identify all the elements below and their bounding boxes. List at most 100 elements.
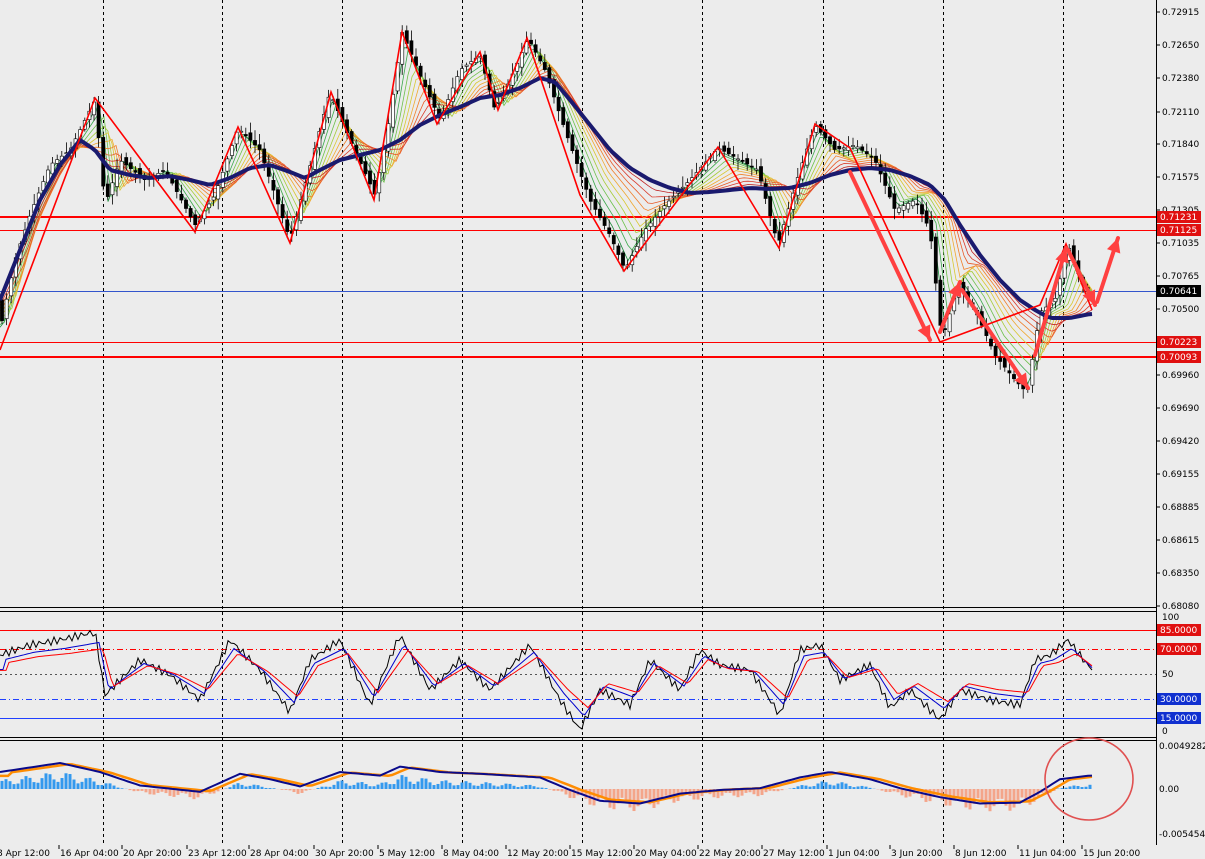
histogram-bar	[308, 789, 312, 790]
histogram-bar	[832, 785, 836, 789]
histogram-bar	[856, 786, 860, 789]
histogram-bar	[1016, 789, 1020, 801]
candle-body	[418, 65, 423, 77]
histogram-bar	[508, 783, 512, 789]
candle-body	[460, 68, 464, 80]
candle-body	[207, 203, 211, 209]
price-tick-label: 0.70765	[1162, 272, 1199, 282]
histogram-bar	[792, 787, 796, 789]
candle-body	[533, 44, 538, 53]
price-tick-label: 0.71575	[1162, 173, 1199, 183]
histogram-bar	[984, 789, 988, 808]
time-tick-label: 28 Apr 04:00	[250, 849, 309, 859]
histogram-bar	[768, 789, 772, 791]
histogram-bar	[56, 781, 60, 789]
stoch-tag-label: 30.0000	[1160, 695, 1197, 705]
histogram-bar	[68, 774, 72, 789]
histogram-bar	[620, 789, 624, 798]
candle-body	[133, 170, 138, 173]
candle-body	[432, 93, 437, 108]
candle-body	[9, 277, 14, 297]
candle-body	[565, 121, 570, 139]
candle-body	[230, 145, 234, 156]
candle-body	[96, 101, 101, 139]
histogram-bar	[164, 789, 168, 794]
candle-body	[883, 172, 888, 186]
histogram-bar	[292, 789, 296, 793]
histogram-bar	[284, 789, 288, 790]
histogram-bar	[460, 782, 464, 789]
candle-body	[947, 313, 952, 333]
histogram-bar	[1076, 786, 1080, 789]
candle-body	[257, 144, 262, 150]
histogram-bar	[232, 784, 236, 789]
stoch-tick-label: 50	[1162, 670, 1174, 680]
candle-body	[611, 235, 616, 245]
histogram-bar	[136, 789, 140, 792]
histogram-bar	[368, 786, 372, 789]
histogram-bar	[868, 787, 872, 789]
candle-body	[184, 199, 188, 209]
histogram-bar	[328, 786, 332, 789]
histogram-bar	[304, 789, 308, 791]
histogram-bar	[1060, 788, 1064, 789]
histogram-bar	[496, 786, 500, 789]
histogram-bar	[364, 784, 368, 789]
chart-canvas[interactable]: 0.72915 0.72650 0.72380 0.72110 0.71840 0.715…	[0, 0, 1205, 859]
candle-body	[607, 227, 612, 234]
histogram-bar	[996, 789, 1000, 800]
candle-body	[657, 211, 662, 217]
trading-chart-window[interactable]: 0.72915 0.72650 0.72380 0.72110 0.71840 0.715…	[0, 0, 1205, 859]
histogram-bar	[536, 787, 540, 789]
price-tick-label: 0.68885	[1162, 503, 1199, 513]
time-tick-label: 5 May 12:00	[379, 849, 435, 859]
candle-body	[667, 200, 671, 207]
histogram-bar	[556, 789, 560, 791]
time-tick-label: 20 May 04:00	[635, 849, 697, 859]
stoch-tag-label: 70.0000	[1160, 645, 1197, 655]
histogram-bar	[300, 789, 304, 793]
candle-body	[929, 219, 934, 242]
price-tag-label: 0.71231	[1160, 213, 1197, 223]
time-tick-label: 20 Apr 20:00	[123, 849, 182, 859]
histogram-bar	[804, 785, 808, 789]
macd-axis: 0.0049282 0.00 -0.005454	[1159, 742, 1205, 840]
price-tick-label: 0.72650	[1162, 41, 1199, 51]
histogram-bar	[836, 783, 840, 789]
histogram-bar	[156, 789, 160, 793]
histogram-bar	[324, 786, 328, 789]
candle-body	[906, 203, 911, 210]
candle-body	[993, 345, 998, 357]
candle-body	[1007, 370, 1012, 374]
candle-body	[561, 107, 566, 125]
histogram-bar	[432, 785, 436, 789]
histogram-bar	[472, 785, 476, 789]
candle-body	[271, 180, 276, 191]
candle-body	[128, 162, 133, 169]
price-axis[interactable]: 0.72915 0.72650 0.72380 0.72110 0.71840 0.715…	[1156, 8, 1199, 612]
histogram-bar	[12, 784, 16, 789]
histogram-bar	[404, 776, 408, 789]
histogram-bar	[108, 783, 112, 789]
histogram-bar	[268, 788, 272, 789]
stochastic-axis: 100 50 0 85.0000 70.0000 30.0000 15.0000	[1157, 613, 1201, 737]
candle-body	[634, 246, 639, 253]
price-tick-label: 0.69690	[1162, 404, 1199, 414]
time-tick-label: 15 May 12:00	[571, 849, 633, 859]
histogram-bar	[560, 789, 564, 792]
histogram-bar	[884, 789, 888, 792]
histogram-bar	[848, 786, 852, 789]
histogram-bar	[864, 786, 868, 789]
histogram-bar	[816, 783, 820, 789]
histogram-bar	[424, 778, 428, 789]
candle-body	[391, 93, 395, 128]
histogram-bar	[500, 785, 504, 789]
candle-body	[124, 157, 129, 166]
histogram-bar	[144, 789, 148, 793]
histogram-bar	[532, 786, 536, 789]
histogram-bar	[4, 779, 8, 789]
price-tick-label: 0.71035	[1162, 239, 1199, 249]
histogram-bar	[236, 783, 240, 789]
histogram-bar	[888, 789, 892, 792]
candle-body	[598, 208, 602, 218]
